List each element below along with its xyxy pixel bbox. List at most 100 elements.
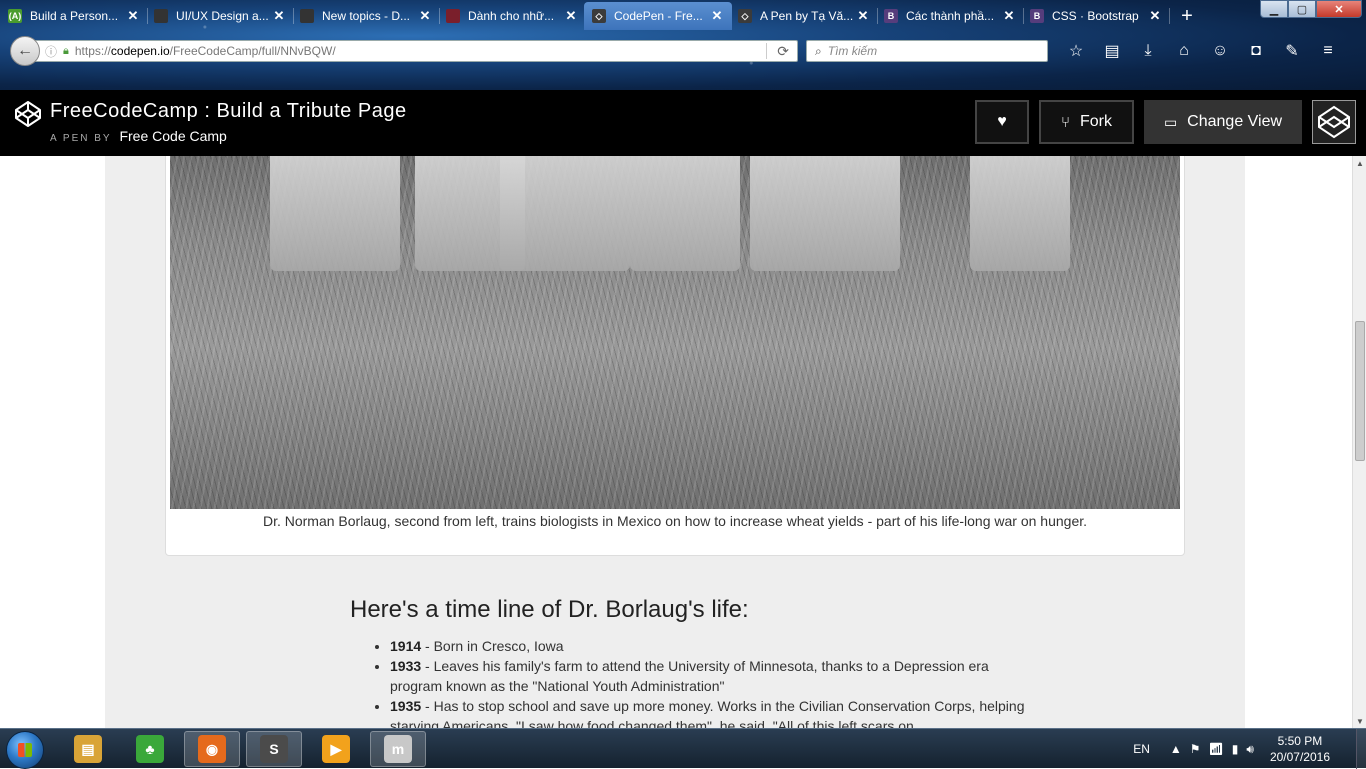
home-icon[interactable]: ⌂	[1166, 40, 1202, 62]
photo-figure	[970, 156, 1070, 271]
heart-button[interactable]: ♥	[975, 100, 1029, 144]
lock-icon: 🔒︎	[63, 44, 69, 57]
browser-tab-active[interactable]: ◇ CodePen - Fre... ✕	[584, 2, 732, 30]
smiley-icon[interactable]: ☺	[1202, 40, 1238, 62]
timeline-item: 1914 - Born in Cresco, Iowa	[390, 636, 1030, 656]
tab-title: New topics - D...	[322, 9, 411, 23]
network-icon[interactable]: 📶︎	[1209, 742, 1224, 756]
taskbar-sublime-button[interactable]: S	[246, 731, 302, 767]
close-tab-icon[interactable]: ✕	[856, 8, 870, 24]
taskbar-mathtype-button[interactable]: m	[370, 731, 426, 767]
taskbar-explorer-button[interactable]: ▤	[60, 731, 116, 767]
browser-chrome: (A) Build a Person... ✕ UI/UX Design a... ✕ N…	[0, 0, 1366, 90]
reload-icon[interactable]: ⟳	[777, 43, 789, 60]
close-tab-icon[interactable]: ✕	[418, 8, 432, 24]
browser-tab[interactable]: B Các thành phầ... ✕	[876, 2, 1024, 30]
scroll-down-arrow-icon[interactable]: ▼	[1353, 714, 1366, 728]
tray-expand-icon[interactable]: ▲	[1170, 742, 1182, 756]
close-tab-icon[interactable]: ✕	[272, 8, 286, 24]
browser-tab[interactable]: B CSS · Bootstrap ✕	[1022, 2, 1170, 30]
clock[interactable]: 5:50 PM 20/07/2016	[1270, 733, 1330, 765]
close-tab-icon[interactable]: ✕	[1002, 8, 1016, 24]
timeline-year: 1914	[390, 638, 422, 654]
change-view-button[interactable]: ▭ Change View	[1144, 100, 1302, 144]
start-button[interactable]	[6, 731, 44, 769]
photo-figure	[630, 156, 740, 271]
bookmark-star-icon[interactable]: ☆	[1058, 40, 1094, 62]
browser-tab[interactable]: ◇ A Pen by Tạ Vă... ✕	[730, 2, 878, 30]
show-desktop-button[interactable]	[1356, 729, 1366, 769]
browser-tab[interactable]: (A) Build a Person... ✕	[0, 2, 148, 30]
timeline-text: - Leaves his family's farm to attend the…	[390, 658, 989, 694]
back-arrow-icon: ←	[17, 42, 33, 59]
pocket-icon[interactable]: ◘	[1238, 40, 1274, 62]
menu-icon[interactable]: ≡	[1310, 40, 1346, 62]
toolbar-icons: ☆ ▤ ⤓ ⌂ ☺ ◘ ✎ ≡	[1058, 40, 1346, 62]
scrollbar-thumb[interactable]	[1355, 321, 1365, 461]
signal-icon[interactable]: ▮	[1232, 742, 1239, 756]
clock-time: 5:50 PM	[1277, 734, 1323, 748]
author-link[interactable]: Free Code Camp	[119, 128, 226, 144]
tab-title: UI/UX Design a...	[176, 9, 269, 23]
maximize-button[interactable]: ▢	[1288, 0, 1316, 18]
codepen-logo-icon[interactable]	[14, 100, 42, 128]
avatar-codepen-icon	[1313, 101, 1355, 143]
download-icon[interactable]: ⤓	[1130, 40, 1166, 62]
timeline-text: - Has to stop school and save up more mo…	[390, 698, 1025, 728]
taskbar-firefox-button[interactable]: ◉	[184, 731, 240, 767]
url-host: codepen.io	[110, 44, 170, 58]
search-input[interactable]: ⌕ Tìm kiếm	[806, 40, 1048, 62]
bootstrap-icon: B	[884, 9, 898, 23]
sublime-icon: S	[260, 735, 288, 763]
taskbar-parrot-button[interactable]: ♣	[122, 731, 178, 767]
photo-figure	[750, 156, 900, 271]
window-controls: ▁ ▢ ✕	[1260, 0, 1362, 18]
minimize-button[interactable]: ▁	[1260, 0, 1288, 18]
forum-icon	[300, 9, 314, 23]
mathtype-icon: m	[384, 735, 412, 763]
media-icon: ▶	[322, 735, 350, 763]
tab-title: Các thành phầ...	[906, 9, 995, 23]
firefox-icon: ◉	[198, 735, 226, 763]
browser-tab[interactable]: Dành cho nhữ... ✕	[438, 2, 586, 30]
tab-title: Dành cho nhữ...	[468, 9, 555, 23]
info-icon[interactable]: ⓘ	[45, 43, 57, 60]
scroll-up-arrow-icon[interactable]: ▲	[1353, 156, 1366, 170]
freecodecamp-icon: (A)	[8, 9, 22, 23]
flag-icon[interactable]: ⚑	[1190, 742, 1201, 756]
view-icon: ▭	[1163, 113, 1178, 130]
vertical-scrollbar[interactable]: ▲ ▼	[1352, 156, 1366, 728]
close-window-button[interactable]: ✕	[1316, 0, 1362, 18]
user-avatar[interactable]	[1312, 100, 1356, 144]
change-view-label: Change View	[1187, 113, 1283, 130]
parrot-icon: ♣	[136, 735, 164, 763]
pen-author-line: A PEN BY Free Code Camp	[50, 128, 227, 144]
tab-title: CodePen - Fre...	[614, 9, 703, 23]
volume-icon[interactable]: 🔊︎	[1246, 742, 1254, 757]
close-tab-icon[interactable]: ✕	[710, 8, 724, 24]
fork-button[interactable]: ⑂ Fork	[1039, 100, 1134, 144]
search-icon: ⌕	[815, 43, 822, 58]
taskbar-media-button[interactable]: ▶	[308, 731, 364, 767]
close-tab-icon[interactable]: ✕	[126, 8, 140, 24]
address-bar[interactable]: ⓘ 🔒︎ https://codepen.io/FreeCodeCamp/ful…	[32, 40, 798, 62]
heart-icon: ♥	[997, 113, 1007, 130]
browser-tab[interactable]: New topics - D... ✕	[292, 2, 440, 30]
timeline-item: 1933 - Leaves his family's farm to atten…	[390, 656, 1030, 696]
uiux-icon	[154, 9, 168, 23]
timeline-text: - Born in Cresco, Iowa	[421, 638, 564, 654]
back-button[interactable]: ←	[10, 36, 40, 66]
reading-list-icon[interactable]: ▤	[1094, 40, 1130, 62]
codepen-header: FreeCodeCamp : Build a Tribute Page A PE…	[0, 90, 1366, 156]
close-tab-icon[interactable]: ✕	[1148, 8, 1162, 24]
tab-title: CSS · Bootstrap	[1052, 9, 1139, 23]
timeline-heading: Here's a time line of Dr. Borlaug's life…	[350, 596, 749, 623]
timeline-item: 1935 - Has to stop school and save up mo…	[390, 696, 1030, 728]
browser-tab[interactable]: UI/UX Design a... ✕	[146, 2, 294, 30]
new-tab-button[interactable]: +	[1172, 2, 1202, 30]
by-label: A PEN BY	[50, 133, 112, 144]
language-indicator[interactable]: EN	[1133, 742, 1150, 756]
close-tab-icon[interactable]: ✕	[564, 8, 578, 24]
extension-icon[interactable]: ✎	[1274, 40, 1310, 62]
url-path: /FreeCodeCamp/full/NNvBQW/	[169, 44, 336, 58]
